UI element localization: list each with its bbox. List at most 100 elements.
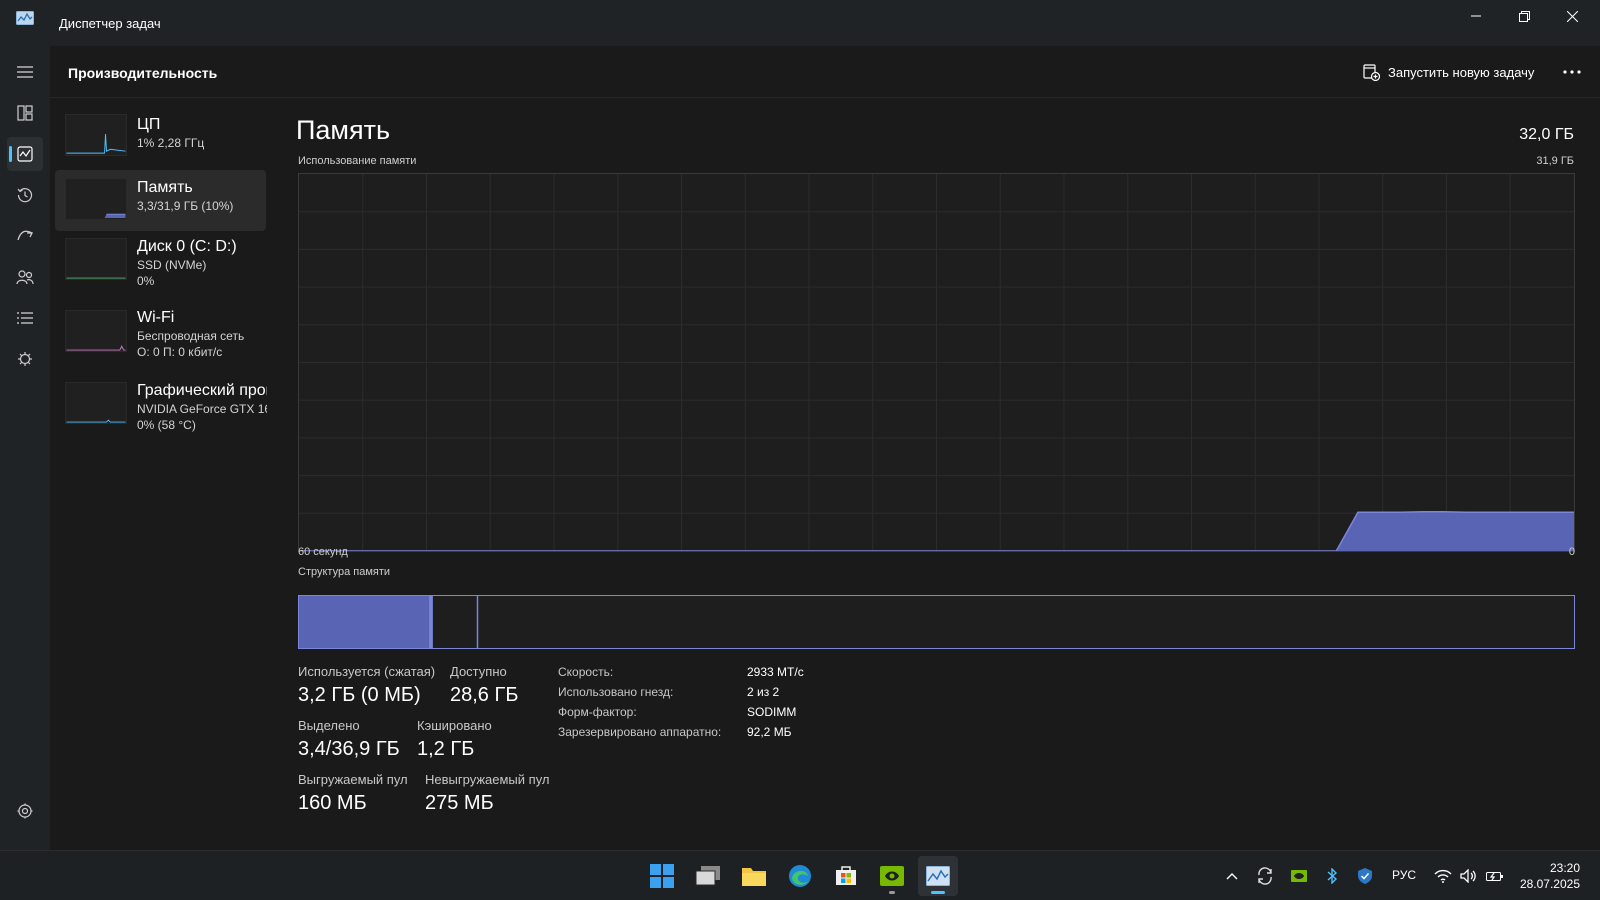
slots-key: Использовано гнезд: (558, 685, 674, 699)
task-manager-app-icon (16, 11, 34, 25)
tray-nvidia[interactable] (1288, 851, 1310, 900)
tray-bluetooth[interactable] (1322, 851, 1342, 900)
rail-details[interactable] (7, 301, 43, 335)
task-view-icon (695, 866, 720, 886)
running-indicator (931, 891, 945, 894)
time-zero-label: 0 (1568, 546, 1575, 558)
tray-volume[interactable] (1458, 851, 1480, 900)
rail-startup[interactable] (7, 219, 43, 253)
startup-icon (17, 230, 33, 241)
restore-button[interactable] (1500, 0, 1548, 32)
usage-max-label: 31,9 ГБ (1536, 155, 1574, 167)
form-factor-value: SODIMM (747, 705, 797, 719)
title-bar: Диспетчер задач (0, 0, 1600, 46)
nonpaged-pool-value: 275 МБ (425, 792, 494, 814)
tray-wifi[interactable] (1432, 851, 1454, 900)
run-new-task-button[interactable]: Запустить новую задачу (1363, 59, 1534, 85)
resource-cpu[interactable]: ЦП 1% 2,28 ГГц (55, 109, 266, 169)
usage-graph-label: Использование памяти (298, 155, 417, 167)
resource-gpu[interactable]: Графический процессор 0 NVIDIA GeForce G… (55, 375, 267, 441)
memory-title: Память (296, 115, 391, 145)
taskbar-nvidia[interactable] (872, 856, 912, 896)
file-explorer-icon (742, 868, 766, 886)
speed-key: Скорость: (558, 665, 614, 679)
cached-label: Кэшировано (417, 718, 492, 733)
rail-app-history[interactable] (7, 178, 43, 212)
taskbar-task-view[interactable] (688, 856, 728, 896)
bluetooth-icon (1327, 868, 1337, 884)
resource-detail: О: 0 П: 0 кбит/с (137, 345, 223, 359)
composition-modified (429, 596, 433, 648)
taskbar-store[interactable] (826, 856, 866, 896)
rail-processes[interactable] (7, 96, 43, 130)
resource-detail: 0% (58 °C) (137, 418, 196, 432)
performance-icon (17, 146, 33, 162)
close-button[interactable] (1548, 0, 1596, 32)
restore-icon (1518, 10, 1530, 22)
available-label: Доступно (450, 664, 507, 679)
taskbar-task-manager[interactable] (918, 856, 958, 896)
nvidia-tray-icon (1291, 870, 1307, 882)
rail-services[interactable] (7, 342, 43, 376)
rail-settings[interactable] (7, 794, 43, 828)
running-indicator (889, 891, 895, 894)
nonpaged-pool-label: Невыгружаемый пул (425, 772, 550, 787)
show-hidden-icons-button[interactable] (1222, 851, 1242, 900)
sync-icon (1258, 867, 1272, 885)
committed-label: Выделено (298, 718, 360, 733)
new-task-icon (1363, 63, 1380, 81)
paged-pool-label: Выгружаемый пул (298, 772, 408, 787)
memory-thumbnail (65, 178, 127, 220)
rail-performance[interactable] (7, 137, 43, 171)
taskbar-file-explorer[interactable] (734, 856, 774, 896)
taskbar-clock[interactable]: 23:20 28.07.2025 (1520, 860, 1580, 892)
clock-date: 28.07.2025 (1519, 877, 1580, 891)
tray-security[interactable] (1354, 851, 1376, 900)
resource-detail: 3,3/31,9 ГБ (10%) (137, 199, 234, 213)
resource-title: Wi-Fi (137, 309, 175, 326)
minimize-icon (1471, 15, 1481, 17)
reserved-key: Зарезервировано аппаратно: (558, 725, 722, 739)
resource-title: Память (137, 179, 193, 196)
tray-battery[interactable] (1484, 851, 1506, 900)
volume-icon (1460, 869, 1476, 883)
taskbar-start-button[interactable] (642, 856, 682, 896)
memory-usage-graph (298, 173, 1575, 552)
nvidia-icon (880, 866, 904, 886)
reserved-value: 92,2 МБ (747, 725, 792, 739)
hamburger-menu-button[interactable] (7, 55, 43, 89)
form-factor-key: Форм-фактор: (558, 705, 637, 719)
battery-charging-icon (1486, 872, 1503, 881)
history-icon (17, 188, 33, 203)
resource-detail: 0% (137, 274, 155, 288)
navigation-rail (0, 46, 50, 850)
window-title: Диспетчер задач (59, 16, 161, 31)
rail-users[interactable] (7, 260, 43, 294)
edge-icon (789, 865, 811, 887)
run-new-task-label: Запустить новую задачу (1388, 64, 1535, 80)
in-use-label: Используется (сжатая) (298, 664, 436, 679)
speed-value: 2933 МТ/с (747, 665, 804, 679)
cpu-thumbnail (65, 114, 127, 156)
in-use-value: 3,2 ГБ (0 МБ) (298, 684, 421, 706)
composition-label: Структура памяти (298, 566, 391, 578)
tray-sync[interactable] (1254, 851, 1276, 900)
minimize-button[interactable] (1452, 0, 1500, 32)
paged-pool-value: 160 МБ (298, 792, 367, 814)
more-options-button[interactable] (1562, 62, 1582, 82)
resource-title: Диск 0 (C: D:) (137, 238, 237, 255)
gear-icon (17, 803, 33, 819)
slots-value: 2 из 2 (747, 685, 780, 699)
store-icon (836, 866, 856, 885)
time-span-label: 60 секунд (298, 546, 348, 558)
resource-title: ЦП (137, 116, 161, 133)
shield-icon (1358, 868, 1372, 884)
details-icon (17, 311, 33, 324)
taskbar-edge[interactable] (780, 856, 820, 896)
resource-memory[interactable]: Память 3,3/31,9 ГБ (10%) (55, 170, 266, 231)
task-manager-icon (926, 866, 950, 886)
resource-wifi[interactable]: Wi-Fi Беспроводная сеть О: 0 П: 0 кбит/с (55, 302, 266, 368)
input-language[interactable]: РУС (1392, 868, 1416, 882)
wifi-icon (1434, 869, 1452, 883)
resource-disk[interactable]: Диск 0 (C: D:) SSD (NVMe) 0% (55, 232, 266, 298)
